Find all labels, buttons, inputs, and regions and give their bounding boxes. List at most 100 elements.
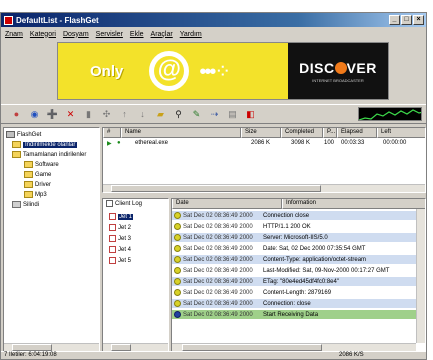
graph-icon[interactable]: ◧ <box>245 109 256 120</box>
delete-icon[interactable]: ✕ <box>65 109 76 120</box>
tree-scrollbar[interactable] <box>4 343 99 351</box>
folder-icon[interactable]: ▰ <box>155 109 166 120</box>
column-header[interactable]: Date <box>172 199 282 209</box>
folder-icon <box>24 181 33 188</box>
log-entry-icon <box>174 278 181 285</box>
new-icon[interactable]: ● <box>11 109 22 120</box>
file-size: 2086 K <box>251 140 271 146</box>
tree-item[interactable]: Game <box>24 170 51 179</box>
add-icon[interactable]: ➕ <box>47 109 58 120</box>
log-row[interactable]: Sat Dec 02 08:36:49 2000 Content-Length: … <box>172 288 416 297</box>
menu-bar: Znam Kategori Dosyam Servisler Ekle Araç… <box>1 28 426 40</box>
file-name: ethereal.exe <box>135 140 169 146</box>
log-row[interactable]: Sat Dec 02 08:36:49 2000 Start Receiving … <box>172 310 416 319</box>
up-icon[interactable]: ↑ <box>119 109 130 120</box>
column-header[interactable]: Name <box>121 128 241 138</box>
log-horizontal-scrollbar[interactable] <box>172 343 416 351</box>
column-header[interactable]: Left <box>377 128 425 138</box>
log-vertical-scrollbar[interactable] <box>416 209 425 343</box>
menu-item[interactable]: Kategori <box>30 31 56 38</box>
connection-list: Client Log Jet 1 Jet 2 Jet 3 Jet 4 Jet 5 <box>102 198 169 352</box>
connection-item[interactable]: Jet 3 <box>109 234 131 243</box>
connection-icon <box>109 224 116 231</box>
tree-item[interactable]: Tamamlanan indirilenler <box>12 150 86 159</box>
log-row[interactable]: Sat Dec 02 08:36:49 2000 ETag: "80e4ed45d… <box>172 277 416 286</box>
folder-icon <box>24 171 33 178</box>
properties-icon[interactable]: ▤ <box>227 109 238 120</box>
title-bar[interactable]: DefaultList - FlashGet _ □ × <box>1 13 426 27</box>
start-icon[interactable]: ▮ <box>83 109 94 120</box>
banner-tagline: INTERNET BROADCASTER <box>312 77 364 83</box>
log-pane: Date Information Sat Dec 02 08:36:49 200… <box>171 198 426 352</box>
tree-item[interactable]: Silindi <box>12 200 39 209</box>
column-header[interactable]: Information <box>282 199 425 209</box>
down-icon[interactable]: ↓ <box>137 109 148 120</box>
at-sign-icon: @ <box>149 51 190 91</box>
minimize-button[interactable]: _ <box>389 15 400 25</box>
column-header[interactable]: P... <box>323 128 337 138</box>
folder-icon <box>12 151 21 158</box>
move-icon[interactable]: ⇢ <box>209 109 220 120</box>
tree-item[interactable]: FlashGet <box>6 130 41 139</box>
log-row[interactable]: Sat Dec 02 08:36:49 2000 Connection: clos… <box>172 299 416 308</box>
tree-item[interactable]: Driver <box>24 180 51 189</box>
log-entry-icon <box>174 300 181 307</box>
ad-banner[interactable]: Only @ •••⁘ DISC VER INTERNET BROADCASTER <box>57 42 389 100</box>
tools-icon[interactable]: ✎ <box>191 109 202 120</box>
menu-item[interactable]: Dosyam <box>63 31 89 38</box>
percent: 100 <box>324 140 335 146</box>
log-entry-icon <box>174 234 181 241</box>
log-root[interactable]: Client Log <box>106 200 142 207</box>
app-window: DefaultList - FlashGet _ □ × Znam Katego… <box>0 12 427 360</box>
open-icon[interactable]: ◉ <box>29 109 40 120</box>
dots-icon: •••⁘ <box>199 60 231 83</box>
tree-item[interactable]: Mp3 <box>24 190 47 199</box>
column-header[interactable]: Completed <box>281 128 323 138</box>
search-icon[interactable]: ⚲ <box>173 109 184 120</box>
connection-item[interactable]: Jet 2 <box>109 223 131 232</box>
trash-icon <box>12 201 21 208</box>
connection-item[interactable]: Jet 4 <box>109 245 131 254</box>
maximize-button[interactable]: □ <box>401 15 412 25</box>
folder-icon <box>12 141 21 148</box>
column-header[interactable]: Size <box>241 128 281 138</box>
log-entry-icon <box>174 223 181 230</box>
column-header[interactable]: # <box>103 128 121 138</box>
download-list-scrollbar[interactable] <box>103 184 425 192</box>
status-arrow-icon: ▶ <box>107 141 112 147</box>
log-icon <box>106 200 113 207</box>
status-text: 7 Iletiler: 6:04:19:08 <box>4 352 57 358</box>
connection-item[interactable]: Jet 1 <box>109 212 134 221</box>
connection-icon <box>109 213 116 220</box>
tree-item[interactable]: Software <box>24 160 59 169</box>
connection-icon <box>109 246 116 253</box>
globe-icon: ● <box>117 140 121 146</box>
close-button[interactable]: × <box>413 15 424 25</box>
speed-graph <box>358 107 422 121</box>
menu-item[interactable]: Ekle <box>130 31 144 38</box>
folder-icon <box>6 131 15 138</box>
log-row[interactable]: Sat Dec 02 08:36:49 2000 Connection close <box>172 211 416 220</box>
folder-icon <box>24 161 33 168</box>
column-header[interactable]: Elapsed <box>337 128 377 138</box>
log-row[interactable]: Sat Dec 02 08:36:49 2000 Content-Type: ap… <box>172 255 416 264</box>
elapsed: 00:03:33 <box>341 140 365 146</box>
category-tree: FlashGet Indirilmekte olanlar Tamamlanan… <box>3 127 100 352</box>
tree-item[interactable]: Indirilmekte olanlar <box>12 140 78 149</box>
log-row[interactable]: Sat Dec 02 08:36:49 2000 Date: Sat, 02 De… <box>172 244 416 253</box>
download-list: # Name Size Completed P... Elapsed Left … <box>102 127 426 193</box>
download-speed: 2086 K/S <box>339 352 364 358</box>
menu-item[interactable]: Servisler <box>96 31 123 38</box>
connection-list-scrollbar[interactable] <box>103 343 168 351</box>
connection-icon <box>109 235 116 242</box>
pane-splitter[interactable] <box>102 194 426 197</box>
log-row[interactable]: Sat Dec 02 08:36:49 2000 Server: Microsof… <box>172 233 416 242</box>
log-row[interactable]: Sat Dec 02 08:36:49 2000 HTTP/1.1 200 OK <box>172 222 416 231</box>
completed: 3098 K <box>291 140 311 146</box>
log-row[interactable]: Sat Dec 02 08:36:49 2000 Last-Modified: S… <box>172 266 416 275</box>
menu-item[interactable]: Znam <box>5 31 23 38</box>
menu-item[interactable]: Araçlar <box>151 31 173 38</box>
connection-item[interactable]: Jet 5 <box>109 256 131 265</box>
stop-icon[interactable]: ✣ <box>101 109 112 120</box>
menu-item[interactable]: Yardım <box>180 31 202 38</box>
